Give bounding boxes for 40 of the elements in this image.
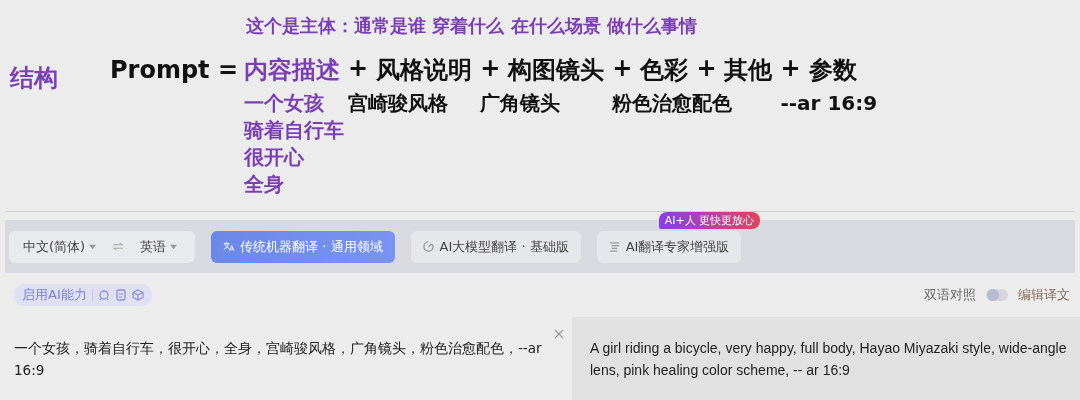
formula-lead: Prompt =	[110, 56, 239, 84]
caret-icon	[89, 243, 97, 250]
plus-sign: +	[348, 54, 369, 84]
plus-sign: +	[480, 54, 501, 84]
subject-note: 这个是主体：通常是谁 穿着什么 在什么场景 做什么事情	[245, 14, 698, 38]
mode-tab[interactable]: AI大模型翻译 · 基础版	[410, 230, 581, 263]
edit-translation-link[interactable]: 编辑译文	[1018, 286, 1070, 304]
plus-sign: +	[612, 54, 633, 84]
term-example: 很开心	[244, 144, 305, 171]
close-icon[interactable]	[554, 329, 564, 339]
term-example: 粉色治愈配色	[612, 90, 733, 117]
source-language-dropdown[interactable]: 中文(简体)	[17, 237, 103, 256]
source-text: 一个女孩，骑着自行车，很开心，全身，宫崎骏风格，广角镜头，粉色治愈配色，--ar 16:9	[14, 339, 543, 380]
document-icon[interactable]	[114, 289, 127, 301]
swirl-icon	[422, 241, 434, 252]
translate-icon	[223, 241, 235, 252]
bilingual-label: 双语对照	[924, 286, 976, 304]
term-example: 一个女孩	[244, 90, 325, 117]
cube-icon[interactable]	[131, 289, 144, 301]
term-example: 骑着自行车	[244, 117, 345, 144]
term-example: 广角镜头	[480, 90, 561, 117]
formula-term: 其他	[724, 55, 773, 86]
section-label: 结构	[10, 63, 59, 94]
formula-term: 参数	[808, 55, 857, 86]
term-example: --ar 16:9	[780, 90, 878, 117]
formula-term: 内容描述	[244, 55, 341, 86]
term-example: 宫崎骏风格	[348, 90, 449, 117]
mode-tab[interactable]: AI翻译专家增强版	[596, 230, 742, 263]
target-language-dropdown[interactable]: 英语	[134, 237, 184, 256]
plus-sign: +	[696, 54, 717, 84]
formula-term: 风格说明	[376, 55, 473, 86]
swap-icon[interactable]	[112, 242, 125, 251]
formula-term: 色彩	[640, 55, 689, 86]
bilingual-toggle[interactable]	[986, 289, 1008, 301]
term-example: 全身	[244, 171, 285, 198]
plus-sign: +	[780, 54, 801, 84]
caret-icon	[170, 243, 178, 250]
formula-term: 构图镜头	[508, 55, 605, 86]
translation-text: A girl riding a bicycle, very happy, full body, Hayao Miyazaki style, wide-angle lens, pink healing color scheme, -- ar 16:9	[590, 339, 1068, 380]
document-icon	[608, 241, 620, 252]
